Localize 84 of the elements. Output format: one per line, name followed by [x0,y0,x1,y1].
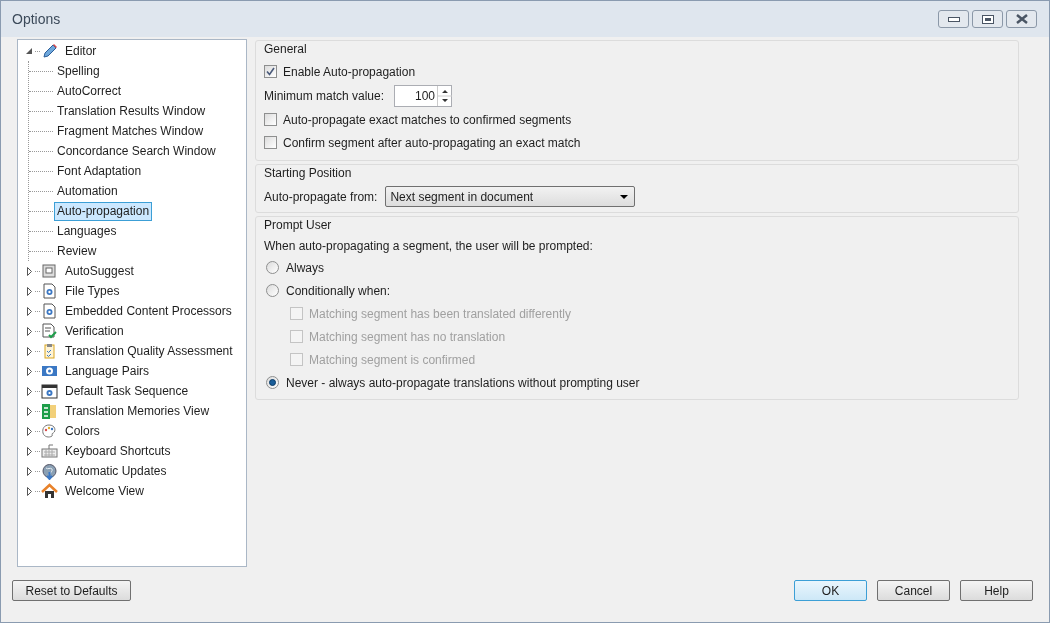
expand-arrow-icon[interactable] [24,346,34,356]
auto-propagate-from-dropdown[interactable]: Next segment in document [385,186,636,207]
gear-document-icon [41,282,58,300]
checkbox[interactable] [264,113,277,126]
checklist-document-icon [41,322,58,340]
expand-arrow-icon[interactable] [24,386,34,396]
help-button[interactable]: Help [960,580,1033,601]
tree-item[interactable]: Review [54,241,100,261]
checkbox-label: Confirm segment after auto-propagating an exact match [283,134,581,152]
checkbox-label: Matching segment has been translated differently [309,305,571,323]
book-icon [41,402,58,420]
field-label: Minimum match value: [264,87,385,105]
tree-item[interactable]: File Types [62,281,123,301]
minimize-icon [947,16,960,22]
radio-label: Conditionally when: [286,282,391,300]
spin-arrows-icon[interactable] [437,85,452,106]
expand-arrow-icon[interactable] [24,466,34,476]
tree-item[interactable]: Verification [62,321,127,341]
expand-arrow-icon[interactable] [24,266,34,276]
radio-button[interactable] [266,261,279,274]
tree-item[interactable]: Concordance Search Window [54,141,219,161]
house-icon [41,482,58,500]
maximize-button[interactable] [972,10,1003,28]
palette-icon [41,422,58,440]
minimize-button[interactable] [938,10,969,28]
checkbox[interactable] [264,65,277,78]
cancel-button[interactable]: Cancel [877,580,950,601]
tree-item[interactable]: Welcome View [62,481,147,501]
tree-item[interactable]: Auto-propagation [54,201,153,221]
close-icon [1014,14,1029,24]
radio-label: Never - always auto-propagate translations without prompting user [286,374,640,392]
pencil-icon [41,42,58,60]
window-title: Options [12,9,61,29]
gear-window-icon [41,382,58,400]
checkbox-label: Auto-propagate exact matches to confirmed segments [283,111,572,129]
checkbox-label: Matching segment is confirmed [309,351,476,369]
expand-arrow-icon[interactable] [24,486,34,496]
tree-item[interactable]: Colors [62,421,103,441]
expand-arrow-icon[interactable] [24,366,34,376]
checkbox-label: Enable Auto-propagation [283,63,416,81]
minimum-match-spinbox[interactable]: 100 [394,84,453,107]
tree-item[interactable]: AutoSuggest [62,261,137,281]
expand-arrow-icon[interactable] [24,286,34,296]
expand-arrow-icon[interactable] [24,446,34,456]
tree-item[interactable]: Editor [62,41,100,61]
close-button[interactable] [1006,10,1037,28]
clipboard-icon [41,342,58,360]
tree-item[interactable]: Automatic Updates [62,461,170,481]
expand-arrow-icon[interactable] [24,426,34,436]
tree-item[interactable]: Spelling [54,61,103,81]
dropdown-arrow-icon [620,194,629,199]
tree-item[interactable]: AutoCorrect [54,81,125,101]
tree-item[interactable]: Default Task Sequence [62,381,192,401]
tree-item[interactable]: Automation [54,181,121,201]
reset-to-defaults-button[interactable]: Reset to Defaults [12,580,131,601]
gear-document-icon [41,302,58,320]
tree-item[interactable]: Translation Memories View [62,401,213,421]
tree-item[interactable]: Keyboard Shortcuts [62,441,174,461]
keyboard-icon [41,442,58,460]
window-icon [41,262,58,280]
radio-label: Always [286,259,324,277]
group-title: General [264,41,308,58]
radio-button[interactable] [266,284,279,297]
globe-icon [41,462,58,480]
checkbox[interactable] [264,136,277,149]
radio-button[interactable] [266,376,279,389]
tree-item[interactable]: Embedded Content Processors [62,301,235,321]
checkbox-label: Matching segment has no translation [309,328,506,346]
maximize-icon [981,14,994,24]
group-title: Starting Position [264,165,353,182]
expand-arrow-icon[interactable] [24,326,34,336]
tree-item[interactable]: Fragment Matches Window [54,121,207,141]
ok-button[interactable]: OK [794,580,867,601]
tree-item[interactable]: Font Adaptation [54,161,145,181]
tree-item[interactable]: Translation Results Window [54,101,209,121]
tree-item[interactable]: Translation Quality Assessment [62,341,236,361]
field-label: Auto-propagate from: [264,188,378,206]
expand-arrow-icon[interactable] [24,306,34,316]
expand-arrow-icon[interactable] [24,406,34,416]
prompt-description: When auto-propagating a segment, the user will be prompted: [264,238,594,255]
collapse-arrow-icon[interactable] [24,46,34,56]
group-title: Prompt User [264,217,333,234]
tree-item[interactable]: Languages [54,221,120,241]
tree-item[interactable]: Language Pairs [62,361,153,381]
